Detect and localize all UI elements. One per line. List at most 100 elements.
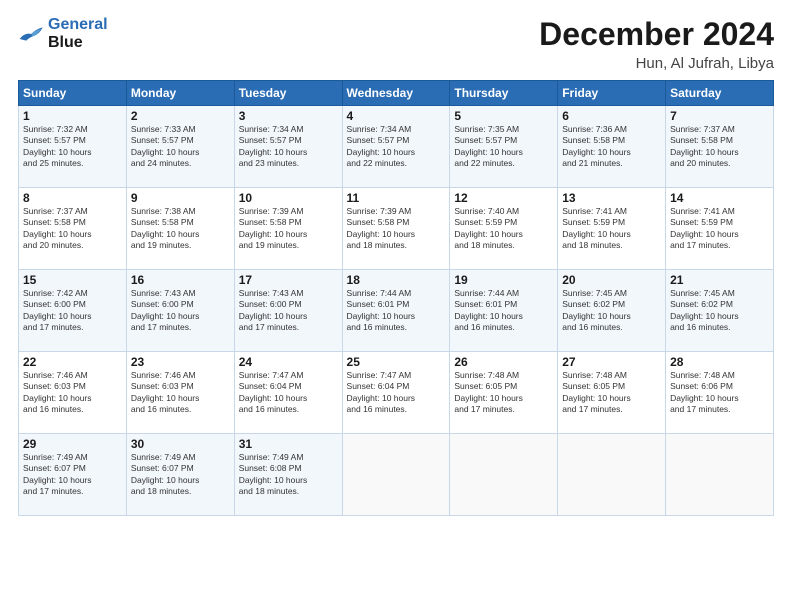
- logo-general: General: [48, 16, 108, 33]
- location-subtitle: Hun, Al Jufrah, Libya: [539, 55, 774, 72]
- day-info: Sunrise: 7:45 AM Sunset: 6:02 PM Dayligh…: [562, 288, 661, 334]
- calendar-cell: 6Sunrise: 7:36 AM Sunset: 5:58 PM Daylig…: [558, 106, 666, 188]
- calendar-cell: 8Sunrise: 7:37 AM Sunset: 5:58 PM Daylig…: [19, 188, 127, 270]
- day-number: 5: [454, 109, 553, 123]
- calendar-cell: 15Sunrise: 7:42 AM Sunset: 6:00 PM Dayli…: [19, 270, 127, 352]
- calendar-header: SundayMondayTuesdayWednesdayThursdayFrid…: [19, 81, 774, 106]
- calendar-cell: 14Sunrise: 7:41 AM Sunset: 5:59 PM Dayli…: [666, 188, 774, 270]
- day-number: 12: [454, 191, 553, 205]
- day-info: Sunrise: 7:35 AM Sunset: 5:57 PM Dayligh…: [454, 124, 553, 170]
- day-info: Sunrise: 7:34 AM Sunset: 5:57 PM Dayligh…: [347, 124, 446, 170]
- calendar-week-5: 29Sunrise: 7:49 AM Sunset: 6:07 PM Dayli…: [19, 434, 774, 516]
- calendar-cell: 7Sunrise: 7:37 AM Sunset: 5:58 PM Daylig…: [666, 106, 774, 188]
- day-number: 17: [239, 273, 338, 287]
- calendar-cell: 9Sunrise: 7:38 AM Sunset: 5:58 PM Daylig…: [126, 188, 234, 270]
- day-info: Sunrise: 7:47 AM Sunset: 6:04 PM Dayligh…: [347, 370, 446, 416]
- day-number: 31: [239, 437, 338, 451]
- calendar-cell: 12Sunrise: 7:40 AM Sunset: 5:59 PM Dayli…: [450, 188, 558, 270]
- day-info: Sunrise: 7:39 AM Sunset: 5:58 PM Dayligh…: [239, 206, 338, 252]
- month-title: December 2024: [539, 16, 774, 53]
- logo-blue: Blue: [48, 34, 83, 51]
- day-number: 30: [131, 437, 230, 451]
- day-number: 22: [23, 355, 122, 369]
- day-info: Sunrise: 7:47 AM Sunset: 6:04 PM Dayligh…: [239, 370, 338, 416]
- day-info: Sunrise: 7:49 AM Sunset: 6:07 PM Dayligh…: [131, 452, 230, 498]
- day-number: 8: [23, 191, 122, 205]
- day-number: 15: [23, 273, 122, 287]
- day-number: 4: [347, 109, 446, 123]
- weekday-header-wednesday: Wednesday: [342, 81, 450, 106]
- calendar-cell: 28Sunrise: 7:48 AM Sunset: 6:06 PM Dayli…: [666, 352, 774, 434]
- day-info: Sunrise: 7:37 AM Sunset: 5:58 PM Dayligh…: [670, 124, 769, 170]
- calendar-cell: 20Sunrise: 7:45 AM Sunset: 6:02 PM Dayli…: [558, 270, 666, 352]
- day-info: Sunrise: 7:39 AM Sunset: 5:58 PM Dayligh…: [347, 206, 446, 252]
- calendar-cell: 24Sunrise: 7:47 AM Sunset: 6:04 PM Dayli…: [234, 352, 342, 434]
- day-number: 18: [347, 273, 446, 287]
- calendar-week-3: 15Sunrise: 7:42 AM Sunset: 6:00 PM Dayli…: [19, 270, 774, 352]
- day-info: Sunrise: 7:36 AM Sunset: 5:58 PM Dayligh…: [562, 124, 661, 170]
- day-number: 25: [347, 355, 446, 369]
- day-info: Sunrise: 7:42 AM Sunset: 6:00 PM Dayligh…: [23, 288, 122, 334]
- calendar-cell: 31Sunrise: 7:49 AM Sunset: 6:08 PM Dayli…: [234, 434, 342, 516]
- calendar-week-4: 22Sunrise: 7:46 AM Sunset: 6:03 PM Dayli…: [19, 352, 774, 434]
- page-header: General Blue December 2024 Hun, Al Jufra…: [18, 16, 774, 72]
- weekday-header-tuesday: Tuesday: [234, 81, 342, 106]
- day-number: 3: [239, 109, 338, 123]
- day-info: Sunrise: 7:40 AM Sunset: 5:59 PM Dayligh…: [454, 206, 553, 252]
- calendar-cell: 19Sunrise: 7:44 AM Sunset: 6:01 PM Dayli…: [450, 270, 558, 352]
- calendar-body: 1Sunrise: 7:32 AM Sunset: 5:57 PM Daylig…: [19, 106, 774, 516]
- day-number: 27: [562, 355, 661, 369]
- logo: General Blue: [18, 16, 108, 51]
- day-number: 1: [23, 109, 122, 123]
- day-info: Sunrise: 7:37 AM Sunset: 5:58 PM Dayligh…: [23, 206, 122, 252]
- day-number: 29: [23, 437, 122, 451]
- day-info: Sunrise: 7:48 AM Sunset: 6:05 PM Dayligh…: [454, 370, 553, 416]
- calendar-cell: 11Sunrise: 7:39 AM Sunset: 5:58 PM Dayli…: [342, 188, 450, 270]
- calendar-cell: [342, 434, 450, 516]
- weekday-header-saturday: Saturday: [666, 81, 774, 106]
- day-info: Sunrise: 7:33 AM Sunset: 5:57 PM Dayligh…: [131, 124, 230, 170]
- day-info: Sunrise: 7:34 AM Sunset: 5:57 PM Dayligh…: [239, 124, 338, 170]
- calendar-cell: [558, 434, 666, 516]
- logo-bird-icon: [18, 24, 46, 44]
- day-number: 26: [454, 355, 553, 369]
- calendar-cell: 13Sunrise: 7:41 AM Sunset: 5:59 PM Dayli…: [558, 188, 666, 270]
- calendar-cell: 27Sunrise: 7:48 AM Sunset: 6:05 PM Dayli…: [558, 352, 666, 434]
- day-info: Sunrise: 7:45 AM Sunset: 6:02 PM Dayligh…: [670, 288, 769, 334]
- weekday-header-friday: Friday: [558, 81, 666, 106]
- day-info: Sunrise: 7:49 AM Sunset: 6:08 PM Dayligh…: [239, 452, 338, 498]
- title-block: December 2024 Hun, Al Jufrah, Libya: [539, 16, 774, 72]
- calendar-cell: 23Sunrise: 7:46 AM Sunset: 6:03 PM Dayli…: [126, 352, 234, 434]
- day-number: 19: [454, 273, 553, 287]
- day-number: 9: [131, 191, 230, 205]
- calendar-cell: 26Sunrise: 7:48 AM Sunset: 6:05 PM Dayli…: [450, 352, 558, 434]
- weekday-header-sunday: Sunday: [19, 81, 127, 106]
- calendar-cell: 29Sunrise: 7:49 AM Sunset: 6:07 PM Dayli…: [19, 434, 127, 516]
- calendar-table: SundayMondayTuesdayWednesdayThursdayFrid…: [18, 80, 774, 516]
- calendar-cell: 18Sunrise: 7:44 AM Sunset: 6:01 PM Dayli…: [342, 270, 450, 352]
- day-info: Sunrise: 7:41 AM Sunset: 5:59 PM Dayligh…: [562, 206, 661, 252]
- calendar-cell: [666, 434, 774, 516]
- calendar-cell: 25Sunrise: 7:47 AM Sunset: 6:04 PM Dayli…: [342, 352, 450, 434]
- day-number: 24: [239, 355, 338, 369]
- calendar-cell: [450, 434, 558, 516]
- day-number: 23: [131, 355, 230, 369]
- day-number: 10: [239, 191, 338, 205]
- calendar-week-2: 8Sunrise: 7:37 AM Sunset: 5:58 PM Daylig…: [19, 188, 774, 270]
- day-info: Sunrise: 7:43 AM Sunset: 6:00 PM Dayligh…: [239, 288, 338, 334]
- day-info: Sunrise: 7:49 AM Sunset: 6:07 PM Dayligh…: [23, 452, 122, 498]
- day-number: 13: [562, 191, 661, 205]
- day-info: Sunrise: 7:48 AM Sunset: 6:06 PM Dayligh…: [670, 370, 769, 416]
- calendar-cell: 10Sunrise: 7:39 AM Sunset: 5:58 PM Dayli…: [234, 188, 342, 270]
- day-info: Sunrise: 7:48 AM Sunset: 6:05 PM Dayligh…: [562, 370, 661, 416]
- calendar-cell: 16Sunrise: 7:43 AM Sunset: 6:00 PM Dayli…: [126, 270, 234, 352]
- weekday-header-row: SundayMondayTuesdayWednesdayThursdayFrid…: [19, 81, 774, 106]
- day-info: Sunrise: 7:41 AM Sunset: 5:59 PM Dayligh…: [670, 206, 769, 252]
- day-info: Sunrise: 7:38 AM Sunset: 5:58 PM Dayligh…: [131, 206, 230, 252]
- day-number: 7: [670, 109, 769, 123]
- day-info: Sunrise: 7:44 AM Sunset: 6:01 PM Dayligh…: [347, 288, 446, 334]
- day-info: Sunrise: 7:32 AM Sunset: 5:57 PM Dayligh…: [23, 124, 122, 170]
- calendar-cell: 1Sunrise: 7:32 AM Sunset: 5:57 PM Daylig…: [19, 106, 127, 188]
- weekday-header-monday: Monday: [126, 81, 234, 106]
- calendar-cell: 17Sunrise: 7:43 AM Sunset: 6:00 PM Dayli…: [234, 270, 342, 352]
